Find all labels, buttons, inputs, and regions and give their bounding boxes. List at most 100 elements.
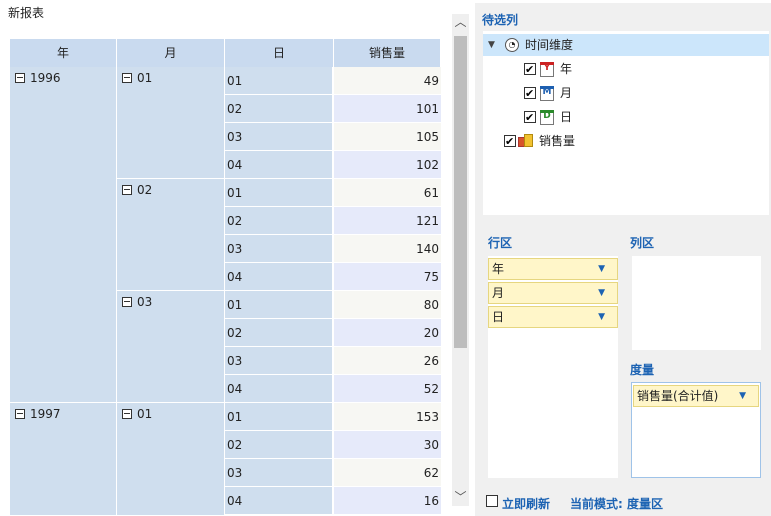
value-cell: 140 — [334, 235, 441, 263]
month-label: 03 — [137, 295, 153, 309]
day-cell: 04 — [225, 263, 333, 291]
candidates-title: 待选列 — [482, 13, 519, 27]
measure-zone[interactable]: 销售量(合计值) ▼ — [631, 382, 761, 478]
month-cell: 01 — [117, 67, 225, 179]
scroll-down-icon[interactable]: ﹀ — [452, 489, 469, 506]
refresh-label[interactable]: 立即刷新 — [502, 495, 550, 512]
row-zone[interactable]: 年 ▼ 月 ▼ 日 ▼ — [488, 256, 618, 478]
chevron-down-icon[interactable]: ▼ — [488, 34, 495, 56]
value-cell: 80 — [334, 291, 441, 319]
minus-square-icon[interactable] — [122, 185, 132, 195]
day-cell: 01 — [225, 403, 333, 431]
measure-bar-icon — [518, 134, 534, 148]
tree-node-month[interactable]: M 月 — [483, 82, 769, 105]
day-cell: 01 — [225, 291, 333, 319]
day-cell: 03 — [225, 347, 333, 375]
day-cell: 01 — [225, 179, 333, 207]
calendar-year-icon: Y — [540, 62, 554, 77]
month-cell: 01 — [117, 403, 225, 516]
dropdown-arrow-icon[interactable]: ▼ — [598, 259, 605, 279]
month-cell: 02 — [117, 179, 225, 291]
field-panel: 待选列 ▼ ◔ 时间维度 Y 年 M 月 D 日 销售量 行区 — [475, 3, 771, 516]
header-year[interactable]: 年 — [10, 39, 117, 67]
dropdown-arrow-icon[interactable]: ▼ — [598, 283, 605, 303]
scroll-up-icon[interactable]: ︿ — [452, 14, 469, 31]
month-label: 01 — [137, 71, 153, 85]
day-cell: 01 — [225, 67, 333, 95]
value-cell: 62 — [334, 459, 441, 487]
year-label: 1996 — [30, 71, 61, 85]
column-zone[interactable] — [632, 256, 761, 350]
measure-item-label: 销售量(合计值) — [637, 389, 719, 403]
day-cell: 03 — [225, 235, 333, 263]
row-item-year[interactable]: 年 ▼ — [488, 258, 618, 280]
field-tree: ▼ ◔ 时间维度 Y 年 M 月 D 日 销售量 — [483, 31, 769, 215]
day-cell: 02 — [225, 431, 333, 459]
tree-label: 月 — [560, 86, 573, 100]
checkbox[interactable] — [504, 131, 516, 153]
checkbox[interactable] — [524, 59, 536, 81]
report-title: 新报表 — [8, 6, 45, 20]
scroll-thumb[interactable] — [454, 36, 467, 348]
calendar-day-icon: D — [540, 110, 554, 125]
minus-square-icon[interactable] — [122, 409, 132, 419]
minus-square-icon[interactable] — [122, 297, 132, 307]
tree-label: 时间维度 — [525, 38, 574, 52]
value-cell: 49 — [334, 67, 441, 95]
day-cell: 02 — [225, 207, 333, 235]
minus-square-icon[interactable] — [15, 73, 25, 83]
year-cell-1997: 1997 — [10, 403, 117, 516]
tree-node-day[interactable]: D 日 — [483, 106, 769, 129]
dropdown-arrow-icon[interactable]: ▼ — [739, 386, 746, 406]
value-cell: 16 — [334, 487, 441, 515]
value-cell: 75 — [334, 263, 441, 291]
checkbox[interactable] — [524, 83, 536, 105]
value-cell: 61 — [334, 179, 441, 207]
value-cell: 26 — [334, 347, 441, 375]
value-cell: 102 — [334, 151, 441, 179]
dropdown-arrow-icon[interactable]: ▼ — [598, 307, 605, 327]
minus-square-icon[interactable] — [122, 73, 132, 83]
measure-item-sales[interactable]: 销售量(合计值) ▼ — [633, 385, 759, 407]
refresh-checkbox[interactable] — [486, 495, 498, 507]
month-label: 01 — [137, 407, 153, 421]
minus-square-icon[interactable] — [15, 409, 25, 419]
value-cell: 20 — [334, 319, 441, 347]
row-item-label: 年 — [492, 262, 505, 276]
row-item-label: 月 — [492, 286, 505, 300]
col-zone-title: 列区 — [630, 236, 655, 250]
day-cell: 02 — [225, 319, 333, 347]
tree-node-time-dimension[interactable]: ▼ ◔ 时间维度 — [483, 34, 769, 56]
value-cell: 105 — [334, 123, 441, 151]
vertical-scrollbar[interactable]: ︿ ﹀ — [452, 14, 469, 506]
header-sales[interactable]: 销售量 — [334, 39, 441, 67]
value-cell: 101 — [334, 95, 441, 123]
day-cell: 04 — [225, 375, 333, 403]
row-item-day[interactable]: 日 ▼ — [488, 306, 618, 328]
header-day[interactable]: 日 — [225, 39, 334, 67]
row-item-month[interactable]: 月 ▼ — [488, 282, 618, 304]
measure-zone-title: 度量 — [630, 363, 655, 377]
pivot-table: 年 月 日 销售量 1996 1997 01 02 03 01 01 49 02… — [10, 39, 441, 516]
row-zone-title: 行区 — [488, 236, 513, 250]
day-cell: 03 — [225, 459, 333, 487]
month-label: 02 — [137, 183, 153, 197]
mode-status: 当前模式: 度量区 — [570, 497, 663, 511]
day-cell: 04 — [225, 487, 333, 515]
day-cell: 02 — [225, 95, 333, 123]
tree-label: 日 — [560, 110, 573, 124]
tree-node-year[interactable]: Y 年 — [483, 58, 769, 81]
header-month[interactable]: 月 — [117, 39, 225, 67]
checkbox[interactable] — [524, 107, 536, 129]
tree-label: 年 — [560, 62, 573, 76]
day-cell: 04 — [225, 151, 333, 179]
year-label: 1997 — [30, 407, 61, 421]
row-item-label: 日 — [492, 310, 505, 324]
value-cell: 121 — [334, 207, 441, 235]
tree-label: 销售量 — [539, 134, 576, 148]
value-cell: 30 — [334, 431, 441, 459]
day-cell: 03 — [225, 123, 333, 151]
month-cell: 03 — [117, 291, 225, 403]
value-cell: 52 — [334, 375, 441, 403]
tree-node-measure[interactable]: 销售量 — [483, 130, 769, 153]
